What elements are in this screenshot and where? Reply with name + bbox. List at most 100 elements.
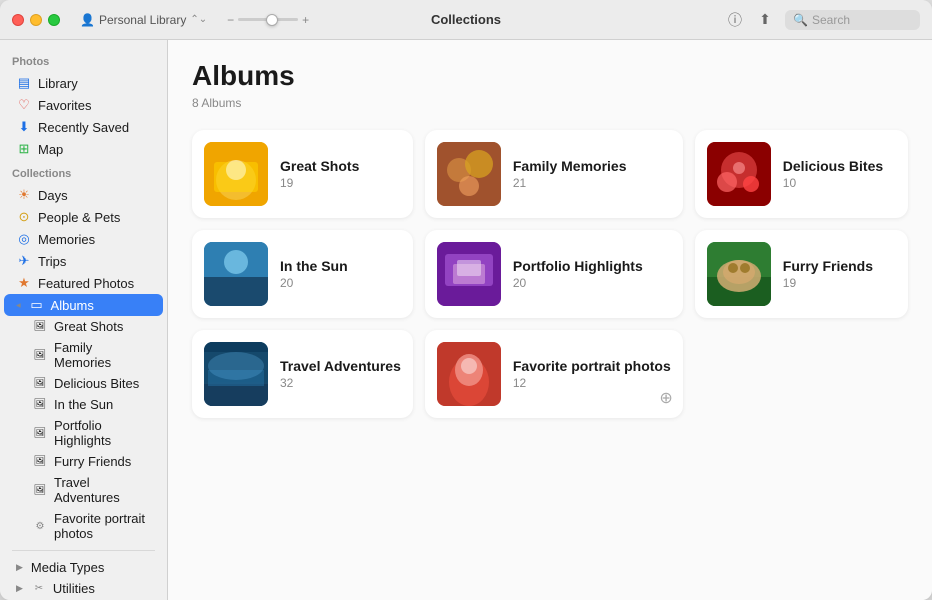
album-card-travel-adventures[interactable]: Travel Adventures 32 [192, 330, 413, 418]
sidebar-item-library[interactable]: ▤ Library [4, 72, 163, 94]
sidebar-item-label: In the Sun [54, 397, 113, 412]
sidebar-item-media-types[interactable]: ▶ Media Types [4, 557, 163, 578]
sidebar-item-delicious-bites[interactable]: 🖼 Delicious Bites [4, 373, 163, 394]
sidebar-item-family-memories[interactable]: 🖼 Family Memories [4, 337, 163, 373]
thumb-svg-in-the-sun [204, 242, 268, 306]
sidebar-item-travel-adventures[interactable]: 🖼 Travel Adventures [4, 472, 163, 508]
album-count: 21 [513, 176, 671, 190]
titlebar: 👤 Personal Library ⌃⌄ − + Collections ⓘ … [0, 0, 932, 40]
minimize-button[interactable] [30, 14, 42, 26]
days-icon: ☀ [16, 187, 32, 203]
album-thumb-portrait [437, 342, 501, 406]
sidebar-item-label: Media Types [31, 560, 104, 575]
album-count: 19 [783, 276, 896, 290]
trips-icon: ✈ [16, 253, 32, 269]
album-card-furry-friends[interactable]: Furry Friends 19 [695, 230, 908, 318]
album-count: 20 [513, 276, 671, 290]
titlebar-left: 👤 Personal Library ⌃⌄ − + [80, 13, 309, 27]
album-info-furry-friends: Furry Friends 19 [783, 258, 896, 290]
great-shots-icon: 🖼 [32, 321, 48, 332]
sidebar-item-map[interactable]: ⊞ Map [4, 138, 163, 160]
library-picker-label: Personal Library [99, 13, 186, 27]
search-box: 🔍 [785, 10, 920, 30]
sidebar-item-utilities[interactable]: ▶ ✂ Utilities [4, 578, 163, 599]
portrait-icon: ⚙ [32, 521, 48, 532]
window-title: Collections [431, 12, 501, 27]
sidebar-item-albums[interactable]: ▾ ▭ Albums [4, 294, 163, 316]
traffic-lights [12, 14, 60, 26]
album-count: 32 [280, 376, 401, 390]
album-info-in-the-sun: In the Sun 20 [280, 258, 401, 290]
page-subtitle: 8 Albums [192, 96, 908, 110]
sidebar-item-recently-saved[interactable]: ⬇ Recently Saved [4, 116, 163, 138]
sun-icon: 🖼 [32, 399, 48, 410]
sidebar-item-label: People & Pets [38, 210, 120, 225]
sidebar-item-furry-friends[interactable]: 🖼 Furry Friends [4, 451, 163, 472]
album-name: Furry Friends [783, 258, 896, 274]
album-thumb-furry-friends [707, 242, 771, 306]
sidebar-item-label: Map [38, 142, 63, 157]
sidebar-item-trips[interactable]: ✈ Trips [4, 250, 163, 272]
album-name: Travel Adventures [280, 358, 401, 374]
album-card-great-shots[interactable]: Great Shots 19 [192, 130, 413, 218]
zoom-slider[interactable] [238, 18, 298, 21]
album-thumb-portfolio [437, 242, 501, 306]
thumb-svg-portrait [437, 342, 501, 406]
sidebar-item-in-the-sun[interactable]: 🖼 In the Sun [4, 394, 163, 415]
album-name: Delicious Bites [783, 158, 896, 174]
sidebar-item-great-shots[interactable]: 🖼 Great Shots [4, 316, 163, 337]
sidebar-item-label: Featured Photos [38, 276, 134, 291]
sidebar-item-label: Days [38, 188, 68, 203]
slider-plus-icon: + [302, 13, 309, 27]
album-card-delicious-bites[interactable]: Delicious Bites 10 [695, 130, 908, 218]
main-window: 👤 Personal Library ⌃⌄ − + Collections ⓘ … [0, 0, 932, 600]
sidebar-item-label: Family Memories [54, 340, 151, 370]
album-info-portfolio: Portfolio Highlights 20 [513, 258, 671, 290]
album-count: 12 [513, 376, 671, 390]
delicious-icon: 🖼 [32, 378, 48, 389]
sidebar-divider-1 [12, 550, 155, 551]
album-info-favorite-portrait: Favorite portrait photos 12 [513, 358, 671, 390]
sidebar-item-days[interactable]: ☀ Days [4, 184, 163, 206]
close-button[interactable] [12, 14, 24, 26]
slider-minus-icon: − [227, 13, 234, 27]
sidebar-item-label: Utilities [53, 581, 95, 596]
album-thumb-delicious-bites [707, 142, 771, 206]
sidebar-item-favorite-portrait[interactable]: ⚙ Favorite portrait photos [4, 508, 163, 544]
content-area: Albums 8 Albums Great Shots [168, 40, 932, 600]
sidebar-item-memories[interactable]: ◎ Memories [4, 228, 163, 250]
albums-icon: ▭ [29, 297, 45, 313]
sidebar: Photos ▤ Library ♡ Favorites ⬇ Recently … [0, 40, 168, 600]
recently-saved-icon: ⬇ [16, 119, 32, 135]
album-action-button[interactable]: ⊕ [659, 388, 672, 408]
album-card-family-memories[interactable]: Family Memories 21 [425, 130, 683, 218]
info-button[interactable]: ⓘ [725, 10, 745, 30]
maximize-button[interactable] [48, 14, 60, 26]
sidebar-item-label: Recently Saved [38, 120, 129, 135]
sidebar-item-label: Favorites [38, 98, 91, 113]
album-thumb-family-memories [437, 142, 501, 206]
utilities-expand-arrow: ▶ [16, 583, 23, 594]
slider-thumb[interactable] [266, 14, 278, 26]
utilities-icon: ✂ [31, 583, 47, 594]
thumb-svg-portfolio [437, 242, 501, 306]
search-input[interactable] [812, 13, 912, 27]
album-card-favorite-portrait[interactable]: Favorite portrait photos 12 ⊕ [425, 330, 683, 418]
main-layout: Photos ▤ Library ♡ Favorites ⬇ Recently … [0, 40, 932, 600]
albums-expand-arrow: ▾ [13, 303, 24, 308]
share-button[interactable]: ⬆ [755, 10, 775, 30]
album-card-portfolio-highlights[interactable]: Portfolio Highlights 20 [425, 230, 683, 318]
memories-icon: ◎ [16, 231, 32, 247]
people-pets-icon: ⊙ [16, 209, 32, 225]
sidebar-item-favorites[interactable]: ♡ Favorites [4, 94, 163, 116]
library-picker[interactable]: 👤 Personal Library ⌃⌄ [80, 13, 207, 27]
sidebar-item-featured-photos[interactable]: ★ Featured Photos [4, 272, 163, 294]
sidebar-item-portfolio-highlights[interactable]: 🖼 Portfolio Highlights [4, 415, 163, 451]
sidebar-item-label: Great Shots [54, 319, 123, 334]
album-thumb-great-shots [204, 142, 268, 206]
chevron-icon: ⌃⌄ [190, 14, 207, 25]
album-card-in-the-sun[interactable]: In the Sun 20 [192, 230, 413, 318]
sidebar-item-people-pets[interactable]: ⊙ People & Pets [4, 206, 163, 228]
album-thumb-in-the-sun [204, 242, 268, 306]
sidebar-item-label: Trips [38, 254, 66, 269]
